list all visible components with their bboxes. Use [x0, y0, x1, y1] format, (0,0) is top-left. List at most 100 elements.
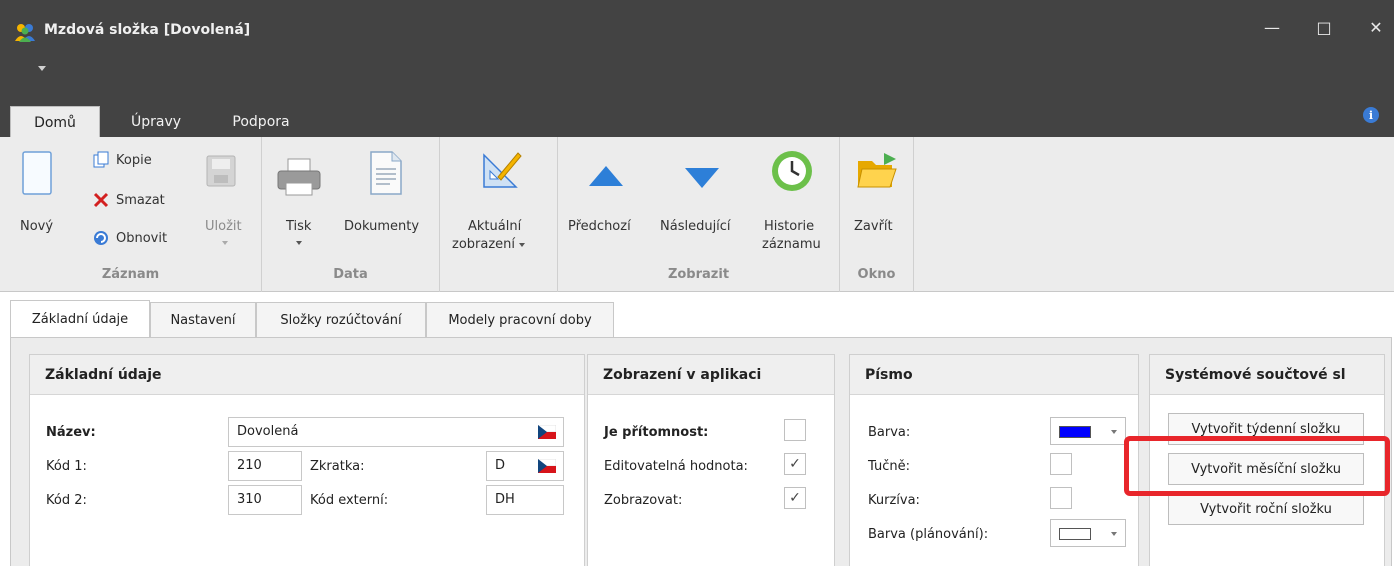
ribbon-tab-domu[interactable]: Domů: [10, 106, 100, 138]
documents-button[interactable]: Dokumenty: [342, 143, 432, 253]
group-label-data: Data: [333, 267, 368, 282]
nazev-input[interactable]: Dovolená: [228, 417, 564, 447]
ribbon-tab-row: Domů Úpravy Podpora i: [0, 90, 1394, 138]
tucne-label: Tučně:: [868, 459, 910, 474]
nazev-value: Dovolená: [237, 424, 299, 439]
quick-access-dropdown-icon[interactable]: [38, 66, 46, 71]
ribbon-group-data: Tisk Dokumenty Data: [262, 137, 440, 292]
history-label-1: Historie: [764, 219, 815, 234]
current-view-label-2: zobrazení: [452, 237, 526, 252]
czech-flag-icon-2[interactable]: [538, 459, 556, 473]
refresh-label: Obnovit: [116, 230, 168, 246]
minimize-button[interactable]: —: [1252, 14, 1292, 40]
kod2-label: Kód 2:: [46, 493, 87, 508]
editovatelna-label: Editovatelná hodnota:: [604, 459, 748, 474]
previous-button[interactable]: Předchozí: [566, 143, 646, 253]
arrow-up-icon: [589, 166, 623, 186]
barva-planovani-label: Barva (plánování):: [868, 527, 989, 542]
print-label: Tisk: [286, 219, 312, 234]
print-dropdown-icon: [296, 241, 302, 245]
history-label-2: záznamu: [762, 237, 821, 252]
kod1-label: Kód 1:: [46, 459, 87, 474]
delete-label: Smazat: [116, 192, 165, 208]
kod2-input[interactable]: 310: [228, 485, 302, 515]
close-record-button[interactable]: Zavřít: [848, 143, 906, 253]
delete-button[interactable]: Smazat: [92, 189, 165, 211]
nazev-label: Název:: [46, 425, 96, 440]
panel-title-pismo: Písmo: [850, 355, 1138, 395]
current-view-button[interactable]: Aktuální zobrazení: [450, 143, 550, 263]
barva-planovani-swatch: [1059, 528, 1091, 540]
print-button[interactable]: Tisk: [274, 143, 324, 253]
refresh-button[interactable]: Obnovit: [92, 227, 167, 249]
kurziva-label: Kurzíva:: [868, 493, 920, 508]
arrow-down-icon: [685, 168, 719, 188]
pritomnost-label: Je přítomnost:: [604, 425, 709, 440]
document-tab-strip: Základní údaje Nastavení Složky rozúčtov…: [0, 292, 1394, 338]
panel-zakladni-udaje: Základní údaje Název: Dovolená Kód 1: 21…: [29, 354, 585, 566]
editovatelna-checkbox[interactable]: ✓: [784, 453, 806, 475]
new-document-icon: [22, 151, 52, 195]
copy-icon: [92, 151, 110, 169]
panel-pismo: Písmo Barva: Tučně: Kurzíva: Barva (plán…: [849, 354, 1139, 566]
maximize-button[interactable]: □: [1304, 14, 1344, 40]
documents-icon: [370, 151, 402, 195]
window-title: Mzdová složka [Dovolená]: [44, 22, 251, 38]
refresh-icon: [92, 229, 110, 247]
barva-planovani-dropdown-icon: [1111, 532, 1117, 536]
tab-slozky-rozuctovani[interactable]: Složky rozúčtování: [256, 302, 426, 338]
pritomnost-checkbox[interactable]: [784, 419, 806, 441]
ribbon-group-zaznam: Nový Kopie Smazat Obnovit Uložit Záznam: [0, 137, 262, 292]
current-view-dropdown-icon: [519, 242, 526, 247]
group-label-okno: Okno: [857, 267, 896, 282]
zobrazovat-checkbox[interactable]: ✓: [784, 487, 806, 509]
zobrazovat-label: Zobrazovat:: [604, 493, 683, 508]
new-button-label: Nový: [20, 219, 54, 234]
tucne-checkbox[interactable]: [1050, 453, 1072, 475]
current-view-label-1: Aktuální: [468, 219, 522, 234]
next-button[interactable]: Následující: [656, 143, 748, 253]
ribbon-group-view: Aktuální zobrazení: [440, 137, 558, 292]
kurziva-checkbox[interactable]: [1050, 487, 1072, 509]
folder-open-icon: [857, 153, 897, 188]
panel-zobrazeni: Zobrazení v aplikaci Je přítomnost: Edit…: [587, 354, 835, 566]
group-label-zobrazit: Zobrazit: [667, 267, 730, 282]
save-disk-icon: [206, 155, 236, 187]
ribbon-tab-upravy[interactable]: Úpravy: [116, 106, 196, 138]
new-button[interactable]: Nový: [10, 143, 60, 253]
barva-color-picker[interactable]: [1050, 417, 1126, 445]
copy-button[interactable]: Kopie: [92, 149, 152, 171]
czech-flag-icon[interactable]: [538, 425, 556, 439]
kod1-input[interactable]: 210: [228, 451, 302, 481]
app-people-icon: [15, 24, 35, 42]
history-clock-icon: [772, 151, 812, 191]
panel-title-zobrazeni: Zobrazení v aplikaci: [588, 355, 834, 395]
kod2-value: 310: [237, 492, 262, 507]
panel-title-systemove: Systémové součtové sl: [1150, 355, 1384, 395]
save-dropdown-icon: [222, 241, 228, 245]
barva-swatch: [1059, 426, 1091, 438]
tab-zakladni-udaje[interactable]: Základní údaje: [10, 300, 150, 338]
zkratka-value: D: [495, 458, 506, 473]
ribbon-tab-podpora[interactable]: Podpora: [216, 106, 306, 138]
ribbon-group-zobrazit: Předchozí Následující Historie záznamu Z…: [558, 137, 840, 292]
close-button[interactable]: ✕: [1356, 14, 1394, 40]
next-label: Následující: [660, 219, 731, 234]
group-label-zaznam: Záznam: [101, 267, 160, 282]
info-icon[interactable]: i: [1363, 107, 1379, 123]
tab-modely-pracovni-doby[interactable]: Modely pracovní doby: [426, 302, 614, 338]
barva-label: Barva:: [868, 425, 911, 440]
kod-externi-input[interactable]: DH: [486, 485, 564, 515]
previous-label: Předchozí: [568, 219, 631, 234]
history-button[interactable]: Historie záznamu: [758, 143, 828, 263]
tab-nastaveni[interactable]: Nastavení: [150, 302, 256, 338]
close-record-label: Zavřít: [854, 219, 893, 234]
barva-dropdown-icon: [1111, 430, 1117, 434]
create-yearly-button[interactable]: Vytvořit roční složku: [1168, 493, 1364, 525]
delete-x-icon: [92, 191, 110, 209]
printer-icon: [277, 158, 321, 196]
ruler-pencil-icon: [483, 152, 522, 188]
save-button[interactable]: Uložit: [196, 143, 246, 253]
highlight-box: [1124, 436, 1390, 496]
barva-planovani-color-picker[interactable]: [1050, 519, 1126, 547]
